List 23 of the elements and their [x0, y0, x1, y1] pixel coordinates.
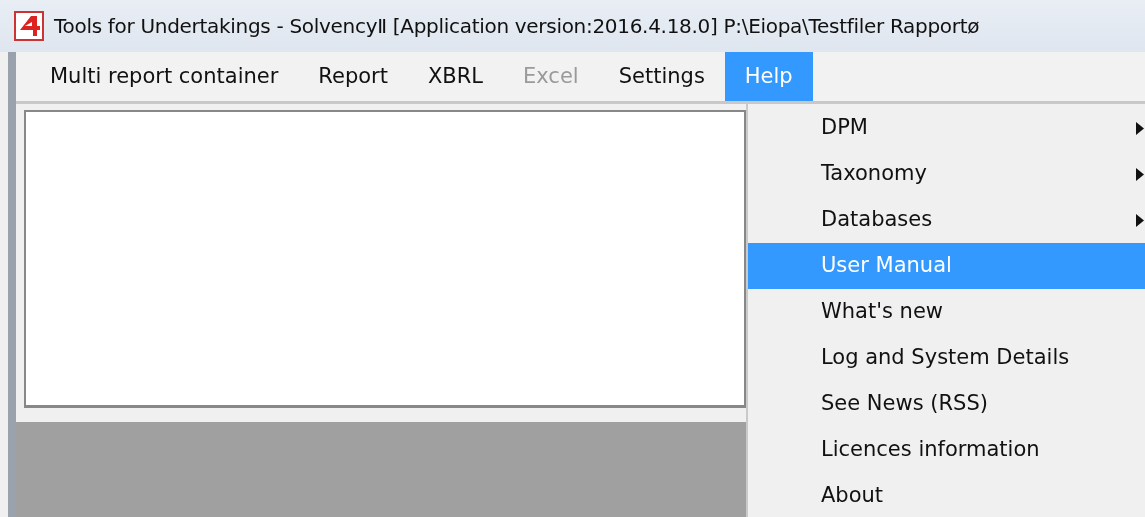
menu-item[interactable]: Licences information: [748, 427, 1145, 473]
menu-item[interactable]: What's new: [748, 289, 1145, 335]
menu-item[interactable]: Settings: [598, 52, 725, 101]
menu-item[interactable]: DPM: [748, 105, 1145, 151]
menu-item-label: User Manual: [821, 252, 952, 280]
menu-item[interactable]: About: [748, 473, 1145, 517]
menu-item[interactable]: See News (RSS): [748, 381, 1145, 427]
app-logo-icon: [14, 11, 44, 41]
menu-item[interactable]: Report: [298, 52, 408, 101]
menu-item-label: Log and System Details: [821, 344, 1070, 372]
menu-item[interactable]: Databases: [748, 197, 1145, 243]
menu-item-label: What's new: [821, 298, 943, 326]
menu-item[interactable]: Log and System Details: [748, 335, 1145, 381]
menu-item-label: Licences information: [821, 436, 1040, 464]
menu-item-label: See News (RSS): [821, 390, 988, 418]
menu-item[interactable]: Multi report container: [30, 52, 299, 101]
window-title: Tools for Undertakings - SolvencyⅡ [Application version:2016.4.18.0] P:\Eiopa\Testfiler Rapportø: [54, 13, 980, 40]
menu-item[interactable]: XBRL: [407, 52, 504, 101]
menu-item-label: Taxonomy: [821, 160, 927, 188]
menu-item-label: DPM: [821, 114, 868, 142]
menu-item-label: About: [821, 482, 884, 510]
menu-item[interactable]: Taxonomy: [748, 151, 1145, 197]
menu-item-label: Databases: [821, 206, 933, 234]
